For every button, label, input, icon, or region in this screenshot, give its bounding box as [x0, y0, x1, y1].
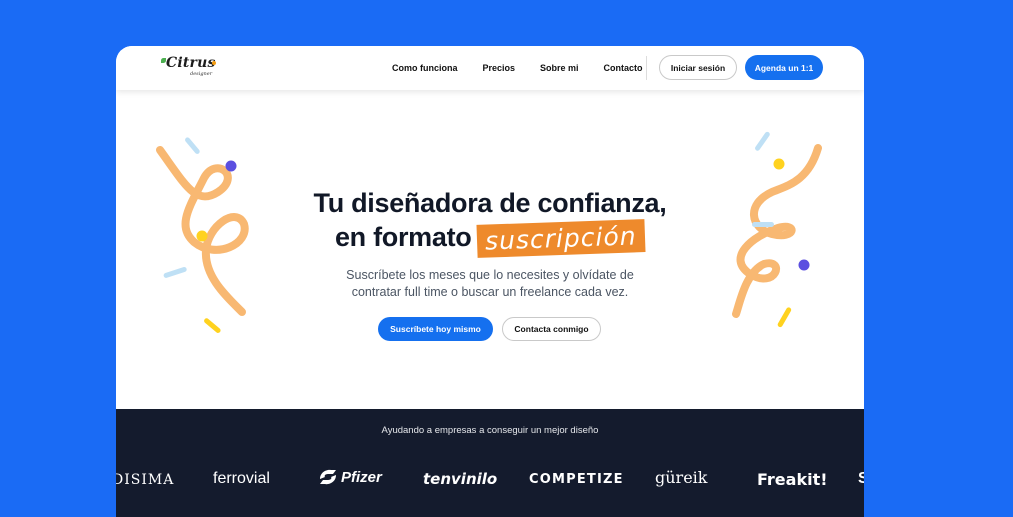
hero-subtitle-line2: contratar full time o buscar un freelanc…	[351, 285, 629, 299]
nav-link-sobre-mi[interactable]: Sobre mi	[540, 63, 579, 73]
client-logos: DISIMA ferrovial Pfizer tenvinilo COMPET…	[116, 464, 864, 494]
nav-link-precios[interactable]: Precios	[483, 63, 516, 73]
logo-wordmark: Citrus	[166, 55, 216, 71]
login-button[interactable]: Iniciar sesión	[659, 55, 737, 80]
client-logo-gureik: güreik	[655, 468, 708, 487]
client-logo-ferrovial: ferrovial	[213, 470, 270, 487]
top-navbar: Citrus designer Como funciona Precios So…	[116, 46, 864, 90]
clients-heading: Ayudando a empresas a conseguir un mejor…	[381, 425, 599, 436]
hero-title-line1: Tu diseñadora de confianza,	[313, 188, 667, 218]
pfizer-pill-icon	[320, 469, 336, 485]
hero-subtitle: Suscríbete los meses que lo necesites y …	[116, 267, 864, 301]
subscribe-button[interactable]: Suscríbete hoy mismo	[378, 317, 493, 341]
hero-title-line2: en formato suscripción	[116, 219, 864, 258]
orange-dot-icon	[212, 61, 216, 65]
client-logo-freakit: Freakit!	[757, 470, 828, 489]
nav-links: Como funciona Precios Sobre mi Contacto	[392, 63, 643, 73]
client-logo-partial: S	[858, 470, 864, 487]
pfizer-wordmark: Pfizer	[341, 468, 382, 486]
client-logo-tenvinilo: tenvinilo	[423, 470, 498, 488]
hero-subtitle-line1: Suscríbete los meses que lo necesites y …	[346, 268, 634, 282]
client-logo-competize: COMPETIZE	[529, 472, 624, 487]
clients-band: Ayudando a empresas a conseguir un mejor…	[116, 409, 864, 517]
nav-divider	[646, 56, 647, 80]
citrus-logo[interactable]: Citrus designer	[160, 55, 220, 79]
contact-button[interactable]: Contacta conmigo	[502, 317, 601, 341]
hero-title-prefix: en formato	[334, 222, 472, 252]
browser-window: Citrus designer Como funciona Precios So…	[116, 46, 864, 517]
client-logo-disima: DISIMA	[116, 472, 175, 488]
hero-title: Tu diseñadora de confianza, en formato su…	[116, 186, 864, 258]
logo-subtitle: designer	[190, 71, 213, 77]
book-call-button[interactable]: Agenda un 1:1	[745, 55, 823, 80]
nav-link-contacto[interactable]: Contacto	[604, 63, 643, 73]
nav-link-como-funciona[interactable]: Como funciona	[392, 63, 458, 73]
hero-title-highlight: suscripción	[476, 219, 646, 258]
client-logo-pfizer: Pfizer	[317, 466, 382, 488]
